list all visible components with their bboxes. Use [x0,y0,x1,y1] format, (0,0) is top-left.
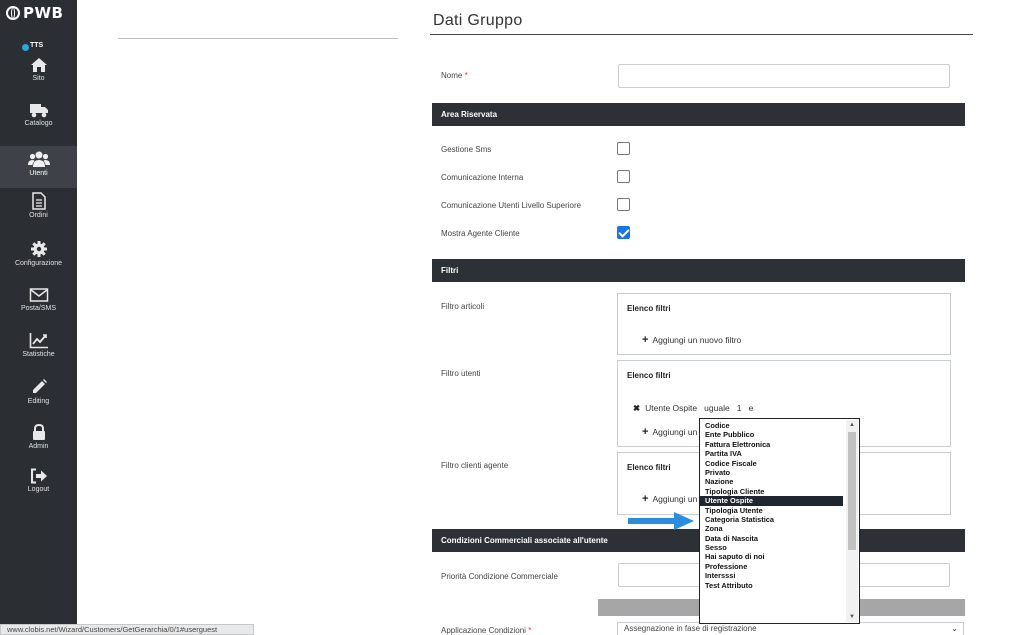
section-filtri: Filtri [432,259,965,282]
status-dot-icon [22,44,29,51]
nav-label: Ordini [29,212,48,219]
dropdown-option[interactable]: Codice Fiscale [700,459,843,468]
dropdown-option[interactable]: Tipologia Cliente [700,487,843,496]
nome-label: Nome * [441,71,468,80]
dropdown-option[interactable]: Codice [700,421,843,430]
comunicazione-interna-label: Comunicazione Interna [441,173,524,182]
nav-label: Statistiche [22,351,55,358]
filter-condition-row: ✖ Utente Ospite uguale 1 e [633,403,754,413]
nav-item-utenti[interactable]: Utenti [0,146,77,188]
brand-name: PWB [23,4,64,22]
add-filter-button[interactable]: + Aggiungi un [642,426,697,438]
env-label: TTS [30,42,44,49]
truck-icon [29,104,48,118]
env-indicator: TTS [22,42,44,51]
logout-icon [30,468,47,484]
dropdown-option[interactable]: Sesso [700,543,843,552]
nav-item-editing[interactable]: Editing [0,378,77,420]
listbox-options: Codice Ente Pubblico Fattura Elettronica Pa… [700,419,859,590]
nav-item-sito[interactable]: Sito [0,57,77,99]
nav-item-posta-sms[interactable]: Posta/SMS [0,287,77,329]
filter-field-listbox[interactable]: Codice Ente Pubblico Fattura Elettronica Pa… [699,418,860,624]
dropdown-option[interactable]: Data di Nascita [700,534,843,543]
elenco-filtri-title: Elenco filtri [627,304,671,313]
dropdown-option[interactable]: Partita IVA [700,449,843,458]
home-icon [30,58,47,72]
gestione-sms-checkbox[interactable] [617,142,630,155]
globe-icon [6,6,20,20]
nav-label: Catalogo [24,120,53,127]
dropdown-option[interactable]: Professione [700,562,843,571]
dropdown-option[interactable]: Nazione [700,477,843,486]
nav-label: Configurazione [14,260,63,267]
nav-item-logout[interactable]: Logout [0,468,77,510]
filtro-utenti-label: Filtro utenti [441,369,481,378]
mostra-agente-checkbox[interactable] [617,226,630,239]
lock-icon [32,423,45,440]
elenco-filtri-title: Elenco filtri [627,371,671,380]
gestione-sms-label: Gestione Sms [441,145,492,154]
nav-item-ordini[interactable]: Ordini [0,192,77,234]
priorita-label: Priorità Condizione Commerciale [441,572,558,581]
nav-item-catalogo[interactable]: Catalogo [0,102,77,144]
plus-icon: + [642,334,649,346]
mostra-agente-label: Mostra Agente Cliente [441,229,520,238]
plus-icon: + [642,426,649,438]
add-filter-button[interactable]: + Aggiungi un nuovo filtro [642,334,741,346]
section-area-riservata: Area Riservata [432,103,965,126]
dropdown-option[interactable]: Categoria Statistica [700,515,843,524]
remove-filter-icon[interactable]: ✖ [633,403,640,413]
nav-label: Posta/SMS [20,305,56,312]
scroll-down-icon[interactable]: ▼ [846,612,858,622]
nav-item-admin[interactable]: Admin [0,423,77,465]
nome-input[interactable] [618,64,950,88]
envelope-icon [29,288,48,302]
dropdown-option[interactable]: Privato [700,468,843,477]
listbox-scrollbar[interactable]: ▲ ▼ [846,420,858,622]
dropdown-option[interactable]: Test Attributo [700,581,843,590]
pointer-arrow-icon [628,512,694,530]
nav-label: Utenti [29,170,48,177]
status-bar-url: www.clobis.net/Wizard/Customers/GetGerar… [0,624,254,635]
comunicazione-superiore-checkbox[interactable] [617,198,630,211]
gear-icon [30,241,47,257]
dropdown-option[interactable]: Ente Pubblico [700,430,843,439]
plus-icon: + [642,493,649,505]
chevron-down-icon: ⌄ [951,624,958,633]
comunicazione-superiore-label: Comunicazione Utenti Livello Superiore [441,201,582,210]
nav-label: Sito [32,75,45,82]
scrollbar-thumb[interactable] [848,432,856,550]
dropdown-option[interactable]: Zona [700,524,843,533]
nav-label: Editing [27,398,50,405]
filtro-articoli-box: Elenco filtri + Aggiungi un nuovo filtro [617,293,951,355]
dropdown-option[interactable]: Hai saputo di noi [700,552,843,561]
filtro-clienti-agente-label: Filtro clienti agente [441,461,509,470]
nav-item-configurazione[interactable]: Configurazione [0,240,77,282]
scroll-up-icon[interactable]: ▲ [846,420,858,430]
nav-label: Logout [27,486,50,493]
page-title: Dati Gruppo [433,12,523,29]
chart-icon [29,333,48,349]
left-panel-divider [118,38,398,39]
add-filter-button[interactable]: + Aggiungi un [642,493,697,505]
dropdown-option[interactable]: Utente Ospite [700,496,843,506]
title-divider [430,34,973,35]
dropdown-option[interactable]: Fattura Elettronica [700,440,843,449]
applicazione-condizioni-label: Applicazione Condizioni * [441,626,532,635]
users-icon [27,151,50,167]
comunicazione-interna-checkbox[interactable] [617,170,630,183]
filtro-articoli-label: Filtro articoli [441,302,485,311]
sidebar: PWB TTS Sito Catalogo Utenti Ordini Conf… [0,0,77,635]
dropdown-option[interactable]: Intersssi [700,571,843,580]
brand-logo[interactable]: PWB [6,4,76,24]
nav-item-statistiche[interactable]: Statistiche [0,332,77,374]
document-icon [31,192,46,210]
dropdown-option[interactable]: Tipologia Utente [700,506,843,515]
nav-label: Admin [28,443,49,450]
elenco-filtri-title: Elenco filtri [627,463,671,472]
pencil-icon [32,379,47,393]
